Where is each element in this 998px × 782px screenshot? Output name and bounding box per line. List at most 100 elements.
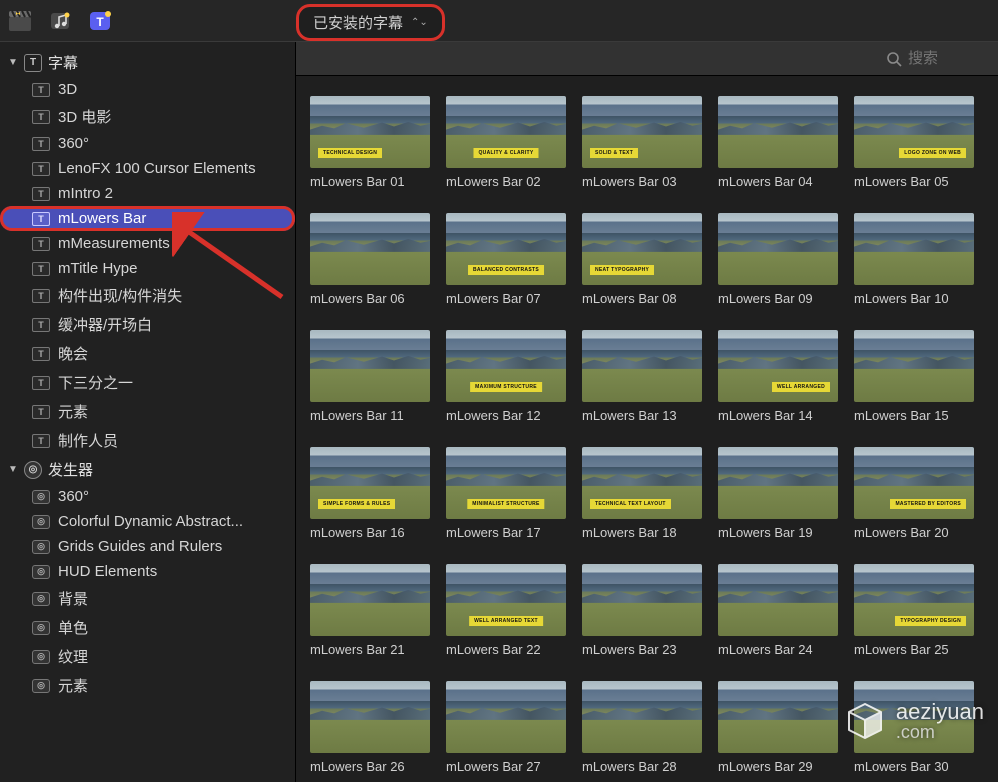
thumbnail-card[interactable]: SOLID & TEXTmLowers Bar 03 [582, 96, 702, 189]
disclosure-triangle-icon: ▼ [8, 57, 18, 68]
thumbnail-label: mLowers Bar 03 [582, 174, 702, 189]
sidebar: ▼T字幕T3D T 3D 电影 T360°TLenoFX 100 Cursor Ele… [0, 42, 296, 782]
sidebar-item[interactable]: T 3D 电影 [0, 102, 295, 131]
thumbnail-card[interactable]: NEAT TYPOGRAPHYmLowers Bar 08 [582, 213, 702, 306]
thumbnail-preview [582, 564, 702, 636]
thumbnail-card[interactable]: MINIMALIST STRUCTUREmLowers Bar 17 [446, 447, 566, 540]
thumbnail-preview: LOGO ZONE ON WEB [854, 96, 974, 168]
thumbnail-card[interactable]: TECHNICAL TEXT LAYOUTmLowers Bar 18 [582, 447, 702, 540]
sidebar-item[interactable]: T元素 [0, 397, 295, 426]
thumbnail-card[interactable]: mLowers Bar 24 [718, 564, 838, 657]
thumbnail-card[interactable]: TECHNICAL DESIGNmLowers Bar 01 [310, 96, 430, 189]
thumbnail-preview: QUALITY & CLARITY [446, 96, 566, 168]
lower-third-tag: LOGO ZONE ON WEB [899, 148, 966, 158]
thumbnail-preview: TYPOGRAPHY DESIGN [854, 564, 974, 636]
thumbnail-card[interactable]: mLowers Bar 09 [718, 213, 838, 306]
title-item-icon: T [32, 434, 50, 448]
thumbnail-card[interactable]: mLowers Bar 21 [310, 564, 430, 657]
thumbnail-card[interactable]: mLowers Bar 23 [582, 564, 702, 657]
title-item-icon: T [32, 405, 50, 419]
thumbnail-label: mLowers Bar 11 [310, 408, 430, 423]
thumbnail-preview [582, 681, 702, 753]
thumbnail-card[interactable]: mLowers Bar 11 [310, 330, 430, 423]
thumbnail-card[interactable]: mLowers Bar 04 [718, 96, 838, 189]
sidebar-item-label: mIntro 2 [58, 185, 113, 202]
titles-browser-icon[interactable]: T [88, 10, 112, 32]
sidebar-item[interactable]: T构件出现/构件消失 [0, 281, 295, 310]
thumbnail-label: mLowers Bar 14 [718, 408, 838, 423]
title-item-icon: T [32, 262, 50, 276]
thumbnail-card[interactable]: mLowers Bar 26 [310, 681, 430, 774]
title-item-icon: T [32, 318, 50, 332]
thumbnail-label: mLowers Bar 12 [446, 408, 566, 423]
lower-third-tag: SIMPLE FORMS & RULES [318, 499, 395, 509]
thumbnail-card[interactable]: WELL ARRANGED TEXTmLowers Bar 22 [446, 564, 566, 657]
sidebar-item-label: 3D 电影 [58, 106, 111, 127]
disclosure-triangle-icon: ▼ [8, 464, 18, 475]
thumbnail-preview [718, 447, 838, 519]
thumbnail-card[interactable]: MASTERED BY EDITORSmLowers Bar 20 [854, 447, 974, 540]
sidebar-item[interactable]: TLenoFX 100 Cursor Elements [0, 156, 295, 181]
sidebar-item[interactable]: T缓冲器/开场白 [0, 310, 295, 339]
sidebar-item[interactable]: ◎360° [0, 484, 295, 509]
sidebar-item[interactable]: T晚会 [0, 339, 295, 368]
music-icon[interactable] [48, 10, 72, 32]
sidebar-item[interactable]: ◎Colorful Dynamic Abstract... [0, 509, 295, 534]
thumbnail-card[interactable]: WELL ARRANGEDmLowers Bar 14 [718, 330, 838, 423]
title-item-icon: T [32, 110, 50, 124]
sidebar-item[interactable]: TmTitle Hype [0, 256, 295, 281]
sidebar-category-titles[interactable]: ▼T字幕 [0, 48, 295, 77]
thumbnail-card[interactable]: mLowers Bar 19 [718, 447, 838, 540]
thumbnail-card[interactable]: QUALITY & CLARITY mLowers Bar 02 [446, 96, 566, 189]
sidebar-item-label: Colorful Dynamic Abstract... [58, 513, 243, 530]
thumbnail-card[interactable]: mLowers Bar 15 [854, 330, 974, 423]
generator-item-icon: ◎ [32, 565, 50, 579]
lower-third-tag: WELL ARRANGED TEXT [469, 616, 543, 626]
thumbnail-preview: SIMPLE FORMS & RULES [310, 447, 430, 519]
thumbnail-label: mLowers Bar 07 [446, 291, 566, 306]
sidebar-item[interactable]: T制作人员 [0, 426, 295, 455]
sidebar-category-generators[interactable]: ▼◎发生器 [0, 455, 295, 484]
title-item-icon: T [32, 162, 50, 176]
thumbnail-card[interactable]: TYPOGRAPHY DESIGNmLowers Bar 25 [854, 564, 974, 657]
sidebar-item[interactable]: TmIntro 2 [0, 181, 295, 206]
topbar: T 已安装的字幕 ⌃⌄ [0, 0, 998, 42]
thumbnail-card[interactable]: SIMPLE FORMS & RULES mLowers Bar 16 [310, 447, 430, 540]
clapper-icon[interactable] [8, 10, 32, 32]
thumbnail-preview [718, 96, 838, 168]
thumbnail-card[interactable]: mLowers Bar 27 [446, 681, 566, 774]
thumbnail-card[interactable]: BALANCED CONTRASTSmLowers Bar 07 [446, 213, 566, 306]
thumbnail-card[interactable]: mLowers Bar 06 [310, 213, 430, 306]
lower-third-tag: MAXIMUM STRUCTURE [470, 382, 542, 392]
thumbnail-card[interactable]: mLowers Bar 13 [582, 330, 702, 423]
search-field[interactable] [886, 50, 988, 67]
thumbnail-label: mLowers Bar 24 [718, 642, 838, 657]
thumbnail-card[interactable]: mLowers Bar 28 [582, 681, 702, 774]
dropdown-label: 已安装的字幕 [313, 12, 403, 33]
sidebar-item[interactable]: ◎元素 [0, 671, 295, 700]
thumbnail-preview: MINIMALIST STRUCTURE [446, 447, 566, 519]
sidebar-item[interactable]: T3D [0, 77, 295, 102]
sidebar-item[interactable]: ◎单色 [0, 613, 295, 642]
sidebar-item[interactable]: ◎HUD Elements [0, 559, 295, 584]
thumbnail-card[interactable]: MAXIMUM STRUCTURE mLowers Bar 12 [446, 330, 566, 423]
sidebar-item[interactable]: ◎Grids Guides and Rulers [0, 534, 295, 559]
sidebar-item[interactable]: TmMeasurements [0, 231, 295, 256]
thumbnail-card[interactable]: mLowers Bar 10 [854, 213, 974, 306]
sidebar-item[interactable]: T下三分之一 [0, 368, 295, 397]
thumbnail-card[interactable]: mLowers Bar 30 [854, 681, 974, 774]
thumbnail-card[interactable]: LOGO ZONE ON WEBmLowers Bar 05 [854, 96, 974, 189]
thumbnail-label: mLowers Bar 29 [718, 759, 838, 774]
sidebar-item[interactable]: ◎背景 [0, 584, 295, 613]
title-item-icon: T [32, 289, 50, 303]
search-input[interactable] [908, 50, 988, 67]
sidebar-item[interactable]: ◎纹理 [0, 642, 295, 671]
thumbnail-label: mLowers Bar 02 [446, 174, 566, 189]
installed-titles-dropdown[interactable]: 已安装的字幕 ⌃⌄ [296, 4, 445, 41]
generators-category-icon: ◎ [24, 461, 42, 479]
thumbnail-label: mLowers Bar 16 [310, 525, 430, 540]
thumbnail-preview [310, 213, 430, 285]
sidebar-item[interactable]: T360° [0, 131, 295, 156]
sidebar-item[interactable]: TmLowers Bar [0, 206, 295, 231]
thumbnail-card[interactable]: mLowers Bar 29 [718, 681, 838, 774]
